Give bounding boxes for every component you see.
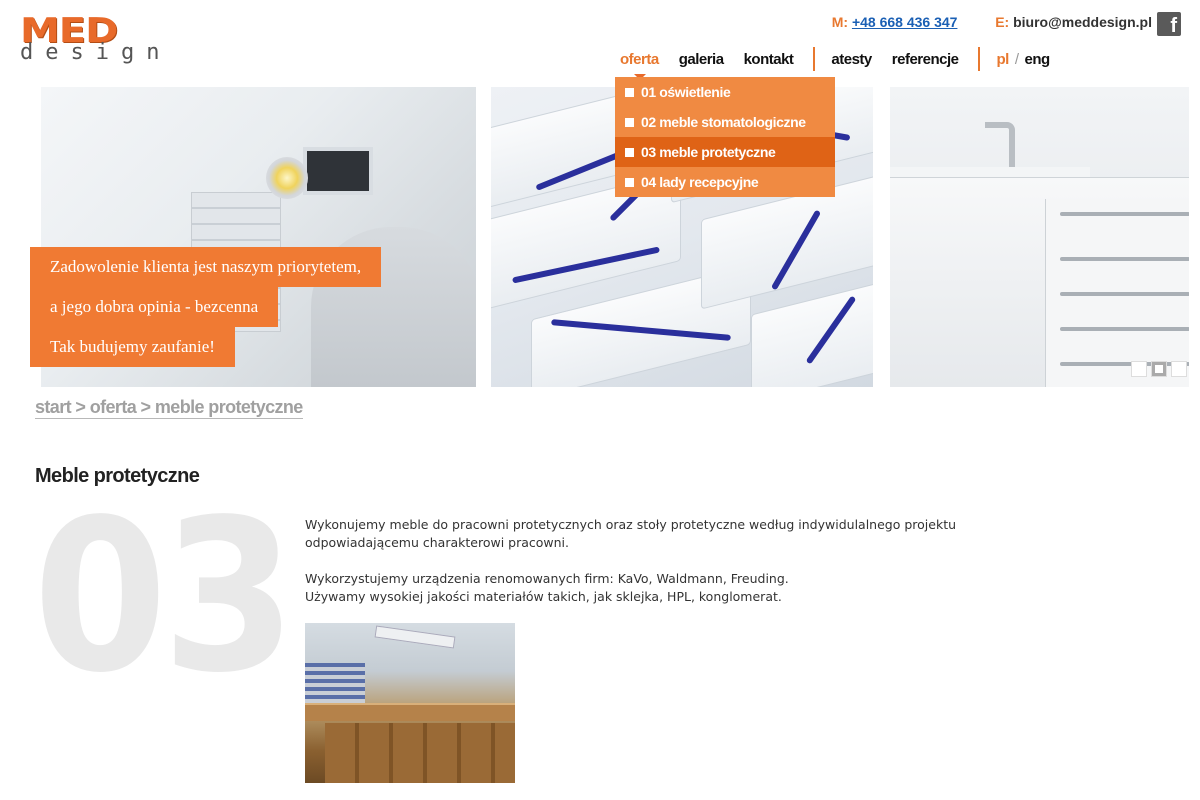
- nav-item-oferta[interactable]: oferta: [620, 51, 659, 80]
- workbench-body-shape: [325, 723, 515, 783]
- cabinet-handle: [1060, 257, 1189, 261]
- dropdown-item-meble-protetyczne[interactable]: 03 meble protetyczne: [615, 137, 835, 167]
- nav-item-atesty[interactable]: atesty: [831, 51, 872, 68]
- bullet-square-icon: [625, 118, 634, 127]
- lang-eng-link[interactable]: eng: [1025, 51, 1051, 68]
- slogan-line-3: Tak budujemy zaufanie!: [30, 327, 235, 367]
- hero-image-cabinet: [890, 87, 1189, 387]
- slider-dot[interactable]: [1131, 361, 1147, 377]
- description-paragraph-2b: Używamy wysokiej jakości materiałów taki…: [305, 589, 782, 604]
- breadcrumb-separator: >: [71, 397, 90, 417]
- monitor-shape: [303, 147, 373, 195]
- slider-dot[interactable]: [1171, 361, 1187, 377]
- facebook-icon[interactable]: f: [1157, 12, 1181, 36]
- breadcrumb-current[interactable]: meble protetyczne: [155, 397, 303, 417]
- dropdown-item-meble-stomatologiczne[interactable]: 02 meble stomatologiczne: [615, 107, 835, 137]
- lang-separator: /: [1014, 50, 1019, 68]
- workshop-photo[interactable]: [305, 623, 515, 783]
- drawer-shape: [751, 279, 873, 387]
- breadcrumb-oferta[interactable]: oferta: [90, 397, 137, 417]
- slogan-line-2: a jego dobra opinia - bezcenna: [30, 287, 279, 327]
- breadcrumb-separator: >: [136, 397, 155, 417]
- dropdown-item-oswietlenie[interactable]: 01 oświetlenie: [615, 77, 835, 107]
- faucet-shape: [985, 122, 1015, 167]
- cabinet-handle: [1060, 212, 1189, 216]
- lang-pl-link[interactable]: pl: [996, 51, 1009, 68]
- slogan-line-1: Zadowolenie klienta jest naszym prioryte…: [30, 247, 382, 287]
- nav-item-galeria[interactable]: galeria: [679, 51, 724, 68]
- description-paragraph-2a: Wykorzystujemy urządzenia renomowanych f…: [305, 571, 789, 586]
- email-link[interactable]: biuro@meddesign.pl: [1013, 14, 1152, 30]
- description-paragraph-1: Wykonujemy meble do pracowni protetyczny…: [305, 517, 957, 550]
- bullet-square-icon: [625, 178, 634, 187]
- phone-label: M:: [831, 14, 849, 30]
- cabinet-handle: [1060, 292, 1189, 296]
- cabinet-handle: [1060, 327, 1189, 331]
- oferta-dropdown-menu: 01 oświetlenie 02 meble stomatologiczne …: [615, 77, 835, 197]
- page: MED design M: +48 668 436 347 E: biuro@m…: [0, 0, 1200, 800]
- logo[interactable]: MED design: [20, 14, 210, 66]
- nav-item-referencje[interactable]: referencje: [892, 51, 959, 68]
- breadcrumb-start[interactable]: start: [35, 397, 72, 417]
- bullet-square-icon: [625, 88, 634, 97]
- phone-link[interactable]: +48 668 436 347: [852, 14, 958, 30]
- email-label: E:: [995, 14, 1010, 30]
- slider-dot-active[interactable]: [1151, 361, 1167, 377]
- lamp-shape: [374, 625, 456, 649]
- workbench-top-shape: [305, 703, 515, 721]
- nav-divider: [813, 47, 816, 71]
- contact-bar: M: +48 668 436 347 E: biuro@meddesign.pl: [832, 14, 1152, 30]
- nav-divider: [978, 47, 981, 71]
- bullet-square-icon: [625, 148, 634, 157]
- dental-lamp-shape: [266, 157, 308, 199]
- shelf-shape: [305, 663, 365, 703]
- nav-item-kontakt[interactable]: kontakt: [744, 51, 794, 68]
- slider-dots: [1131, 361, 1187, 377]
- section-number: 03: [33, 474, 296, 719]
- dropdown-item-lady-recepcyjne[interactable]: 04 lady recepcyjne: [615, 167, 835, 197]
- breadcrumb: start > oferta > meble protetyczne: [35, 396, 303, 419]
- logo-design-text: design: [20, 40, 172, 65]
- main-nav: oferta galeria kontakt atesty referencje…: [615, 47, 1051, 80]
